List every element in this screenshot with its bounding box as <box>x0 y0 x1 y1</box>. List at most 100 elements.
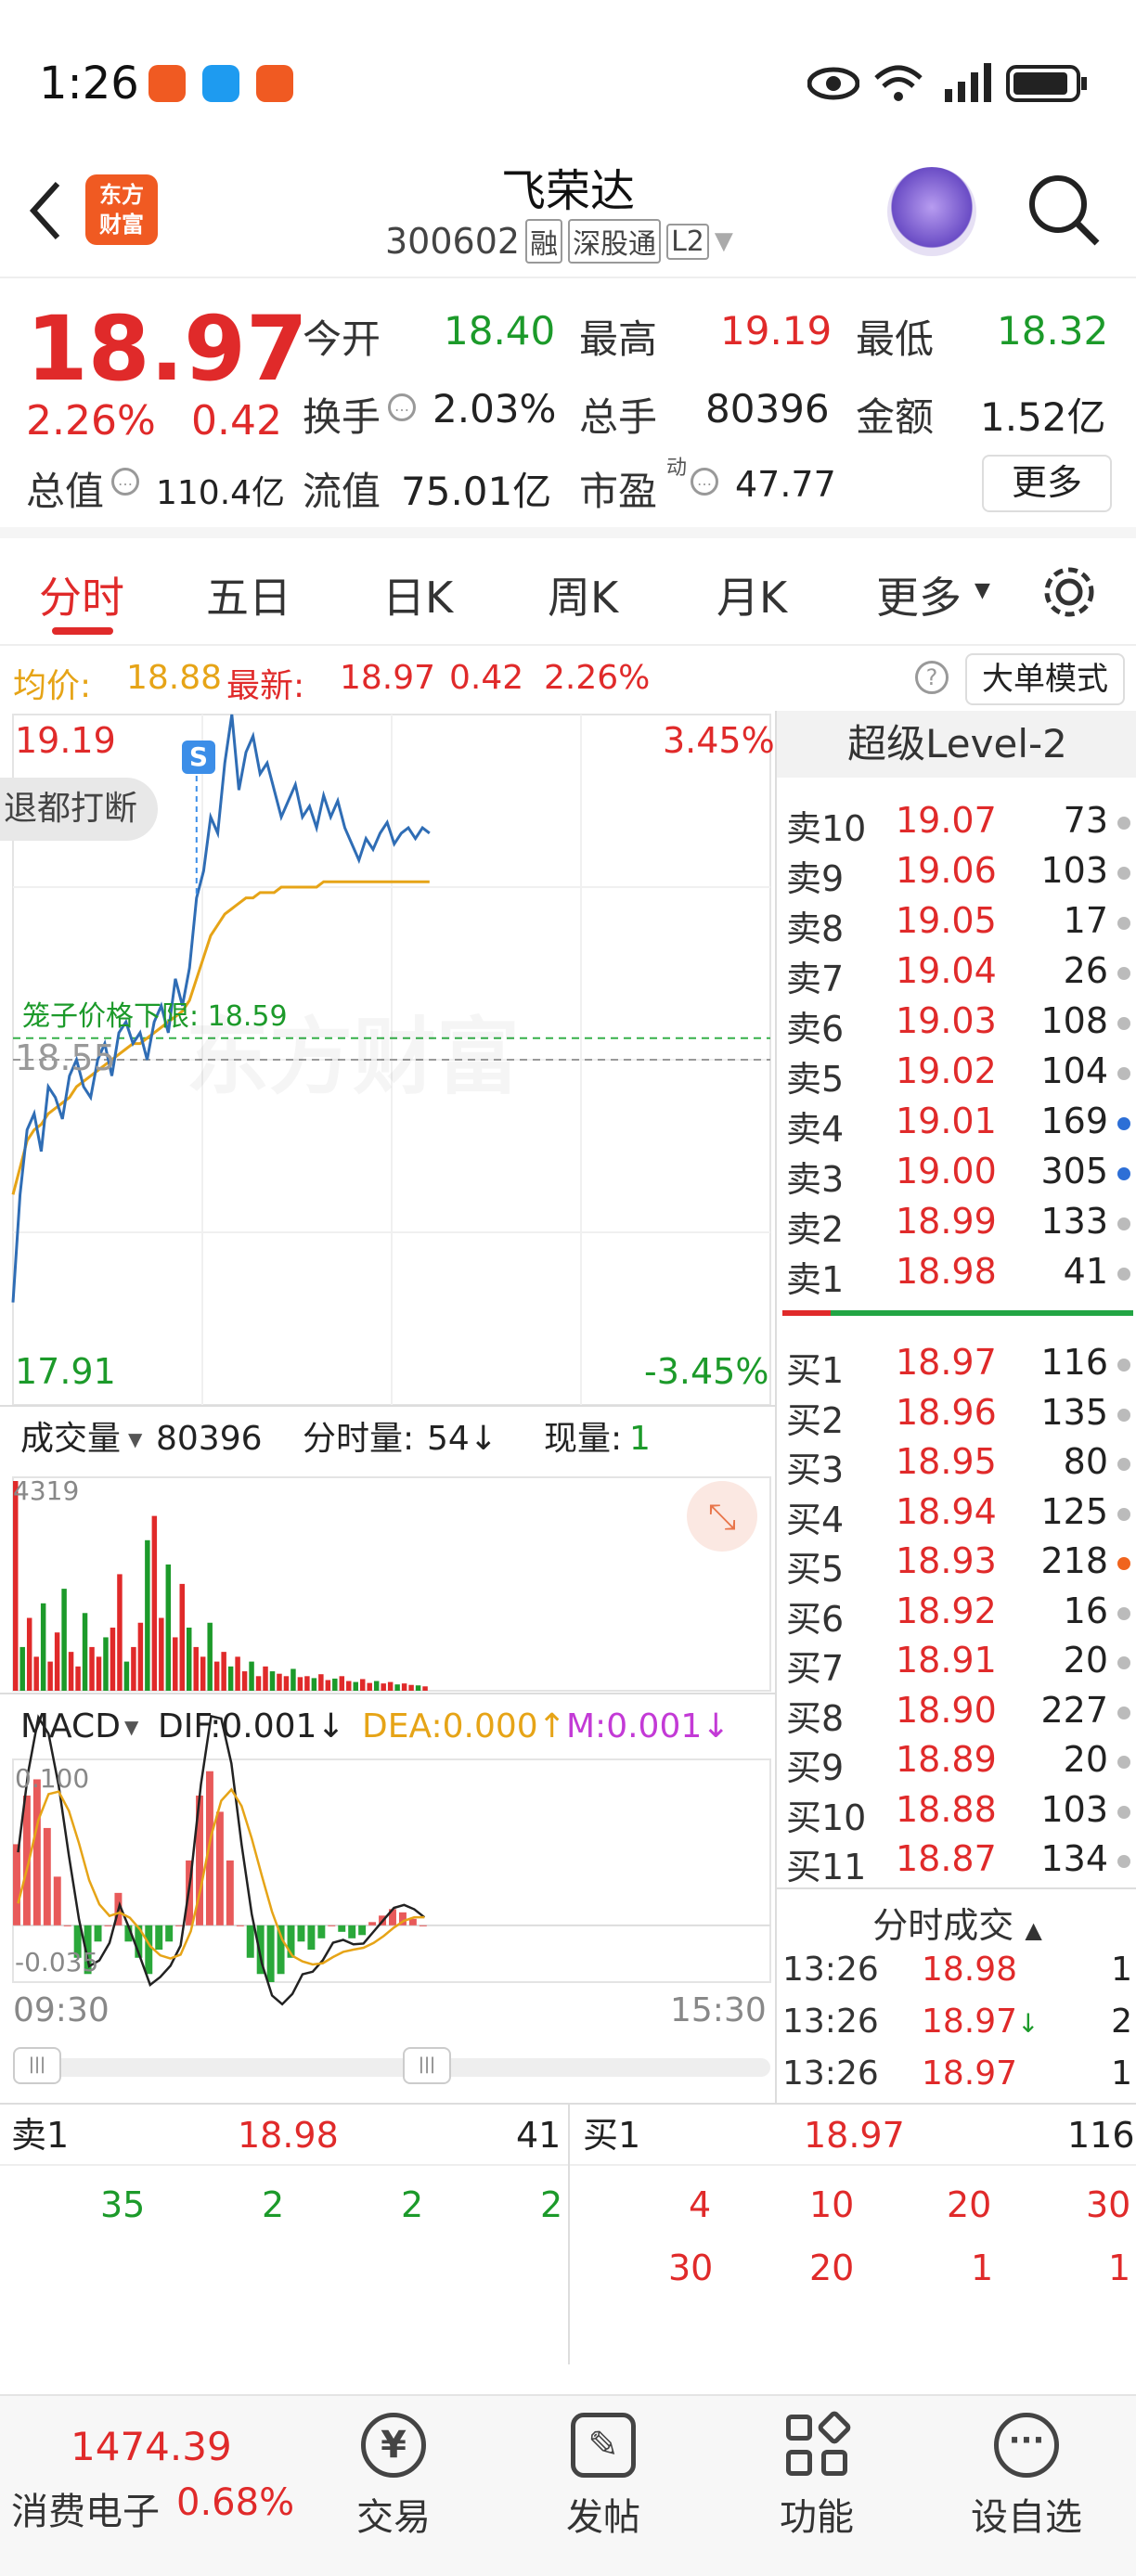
info-icon[interactable]: … <box>691 468 718 496</box>
level2-panel: 超级Level-2 卖10 19.07 73 卖9 19.06 103 卖8 19.05 17 卖… <box>775 711 1136 2103</box>
buy-order-row[interactable]: 买4 18.94 125 <box>786 1491 1134 1541</box>
order-price: 18.87 <box>896 1838 997 1879</box>
trade-direction: ↓ <box>1017 2008 1039 2039</box>
sell-order-row[interactable]: 卖7 19.04 26 <box>786 950 1134 1000</box>
sell-order-row[interactable]: 卖3 19.00 305 <box>786 1151 1134 1201</box>
info-icon[interactable]: … <box>111 468 139 496</box>
volume-label: 总手 <box>579 394 658 440</box>
macd-bar <box>53 1876 61 1926</box>
buy-order-row[interactable]: 买5 18.93 218 <box>786 1540 1134 1591</box>
volume-bar <box>123 1661 130 1691</box>
buy-order-row[interactable]: 买11 18.87 134 <box>786 1838 1134 1888</box>
macd-top-label: 0.100 <box>15 1763 90 1794</box>
search-icon[interactable] <box>1025 171 1103 249</box>
function-button[interactable]: 功能 <box>742 2409 891 2541</box>
time-scrollbar[interactable] <box>13 2058 770 2077</box>
y-axis-mid: 18.55 <box>15 1037 116 1078</box>
sell-order-row[interactable]: 卖9 19.06 103 <box>786 850 1134 900</box>
expand-icon[interactable]: ⤡ <box>687 1481 757 1552</box>
buy-order-row[interactable]: 买3 18.95 80 <box>786 1441 1134 1491</box>
turnover-value: 2.03% <box>432 386 557 431</box>
chevron-down-icon[interactable]: ▼ <box>715 227 733 255</box>
macd-bar <box>32 1779 41 1926</box>
tab-monthly-k[interactable]: 月K <box>716 564 787 625</box>
volume-bar <box>235 1656 240 1691</box>
robot-assistant-icon[interactable] <box>887 167 976 256</box>
macd-label[interactable]: MACD <box>20 1694 121 1759</box>
order-level-label: 卖4 <box>786 1109 845 1150</box>
post-button[interactable]: ✎ 发帖 <box>529 2413 678 2541</box>
order-volume: 20 <box>1063 1739 1108 1780</box>
sell-order-row[interactable]: 卖5 19.02 104 <box>786 1050 1134 1101</box>
buy-order-row[interactable]: 买10 18.88 103 <box>786 1789 1134 1839</box>
volume-bar <box>263 1666 268 1691</box>
order-dot-icon <box>1117 1507 1130 1521</box>
tab-five-day[interactable]: 五日 <box>206 564 291 625</box>
volume-bar <box>304 1676 310 1691</box>
volume-bar <box>269 1671 276 1691</box>
sell-order-row[interactable]: 卖10 19.07 73 <box>786 800 1134 850</box>
intraday-chart-area: 19.19 3.45% 退都打断 S 东方财富 笼子价格下限: 18.59 18… <box>0 711 775 2103</box>
sell-order-row[interactable]: 卖8 19.05 17 <box>786 900 1134 950</box>
order-level-label: 卖5 <box>786 1059 845 1100</box>
volume-bar <box>297 1677 303 1691</box>
trade-volume: 2 <box>1111 2003 1132 2041</box>
order-volume: 103 <box>1040 1788 1108 1830</box>
bid-ask-divider <box>782 1310 1133 1316</box>
volume-bar <box>394 1684 400 1691</box>
buy-order-row[interactable]: 买6 18.92 16 <box>786 1591 1134 1641</box>
current-volume-label: 现量: <box>544 1420 623 1458</box>
cage-price-value: 18.59 <box>207 1000 288 1033</box>
scroll-handle-left[interactable]: ||| <box>13 2047 61 2084</box>
signal-marker[interactable]: S <box>182 741 215 774</box>
order-price: 18.92 <box>896 1590 997 1631</box>
macd-dea: DEA:0.000↑ <box>362 1707 566 1745</box>
stock-header: 东方 财富 飞荣达 300602 融 深股通 L2 ▼ <box>0 139 1136 278</box>
buy1-queue-header: 买1 18.97 116 <box>570 2105 1136 2166</box>
level2-title[interactable]: 超级Level-2 <box>777 711 1136 778</box>
buy-order-row[interactable]: 买7 18.91 20 <box>786 1640 1134 1690</box>
sell-queue-order: 35 <box>100 2184 146 2225</box>
help-icon[interactable]: ? <box>915 661 949 694</box>
trade-button[interactable]: ¥ 交易 <box>319 2413 468 2541</box>
tab-daily-k[interactable]: 日K <box>382 564 453 625</box>
sell-order-row[interactable]: 卖6 19.03 108 <box>786 1000 1134 1050</box>
trades-title[interactable]: 分时成交 ▲ <box>777 1897 1136 1948</box>
order-dot-icon <box>1117 1359 1130 1372</box>
order-price: 19.02 <box>896 1050 997 1091</box>
chevron-down-icon[interactable]: ▼ <box>124 1694 138 1759</box>
open-label: 今开 <box>303 316 381 362</box>
chevron-down-icon[interactable]: ▼ <box>975 579 990 602</box>
volume-bar <box>68 1652 74 1691</box>
turnover-label: 换手 <box>303 394 381 440</box>
scroll-handle-right[interactable]: ||| <box>403 2047 451 2084</box>
buy-queue-order: 20 <box>809 2248 855 2288</box>
buy-order-row[interactable]: 买2 18.96 135 <box>786 1392 1134 1442</box>
sell1-label: 卖1 <box>11 2115 70 2156</box>
gear-icon[interactable] <box>1039 562 1099 622</box>
sell-order-row[interactable]: 卖2 18.99 133 <box>786 1201 1134 1251</box>
info-icon[interactable]: … <box>388 393 416 421</box>
volume-bar <box>422 1686 428 1691</box>
order-dot-icon <box>1117 1756 1130 1769</box>
volume-bar <box>227 1666 234 1691</box>
sell-order-row[interactable]: 卖1 18.98 41 <box>786 1251 1134 1301</box>
time-start-label: 09:30 <box>13 1991 110 2029</box>
buy-order-row[interactable]: 买1 18.97 116 <box>786 1342 1134 1392</box>
volume-label[interactable]: 成交量 <box>20 1407 121 1472</box>
order-volume: 80 <box>1063 1441 1108 1482</box>
buy-order-row[interactable]: 买9 18.89 20 <box>786 1739 1134 1789</box>
chevron-down-icon[interactable]: ▼ <box>128 1407 142 1472</box>
index-name: 消费电子 <box>11 2491 160 2533</box>
index-ticker[interactable]: 1474.39 消费电子 0.68% <box>0 2396 316 2576</box>
buy-order-row[interactable]: 买8 18.90 227 <box>786 1690 1134 1740</box>
tab-weekly-k[interactable]: 周K <box>548 564 618 625</box>
big-order-mode-button[interactable]: 大单模式 <box>965 653 1125 705</box>
sell-order-row[interactable]: 卖4 19.01 169 <box>786 1101 1134 1151</box>
tab-more[interactable]: 更多 <box>876 564 962 625</box>
volume-bar <box>96 1656 102 1691</box>
more-button[interactable]: 更多 <box>982 455 1112 512</box>
active-tab-indicator <box>52 627 113 635</box>
add-watchlist-button[interactable]: ··· 设自选 <box>952 2413 1101 2541</box>
tab-intraday[interactable]: 分时 <box>39 564 124 625</box>
